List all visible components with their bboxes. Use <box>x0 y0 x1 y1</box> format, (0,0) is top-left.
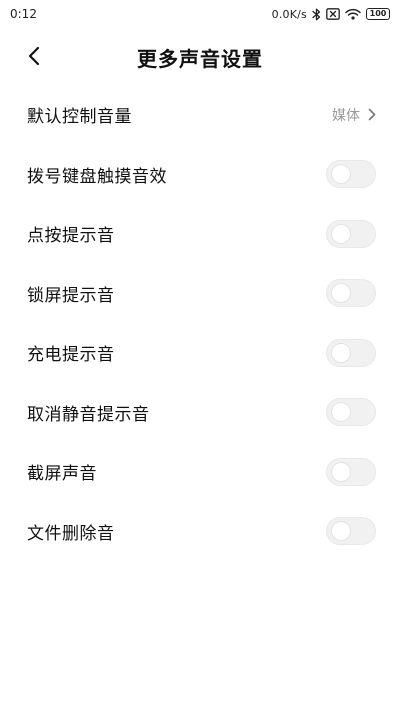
lock-screen-sound-toggle[interactable] <box>326 279 376 308</box>
chevron-right-icon <box>368 108 376 121</box>
charging-sound-toggle[interactable] <box>326 338 376 367</box>
charging-sound-row[interactable]: 充电提示音 <box>0 323 400 383</box>
dialpad-touch-sound-row[interactable]: 拨号键盘触摸音效 <box>0 145 400 205</box>
file-delete-sound-toggle[interactable] <box>326 517 376 546</box>
battery-icon: 100 <box>366 8 390 20</box>
settings-screen: 0:12 0.0K/s 100 更多声音设置 默认控制音量 媒体 拨号键盘触摸音… <box>0 0 400 712</box>
status-bar: 0:12 0.0K/s 100 <box>0 0 400 28</box>
sim-error-icon <box>326 8 340 20</box>
default-volume-value: 媒体 <box>332 107 360 124</box>
settings-list: 默认控制音量 媒体 拨号键盘触摸音效 点按提示音 锁屏提示音 充电提示音 取消静… <box>0 85 400 561</box>
tap-sound-toggle[interactable] <box>326 219 376 248</box>
default-volume-label: 默认控制音量 <box>27 107 132 128</box>
charging-sound-label: 充电提示音 <box>27 345 115 366</box>
wifi-icon <box>345 8 361 20</box>
status-left: 0:12 <box>10 7 37 21</box>
status-right: 0.0K/s 100 <box>272 8 390 21</box>
unmute-sound-label: 取消静音提示音 <box>27 404 150 425</box>
toggle-knob <box>331 461 351 482</box>
unmute-sound-row[interactable]: 取消静音提示音 <box>0 383 400 443</box>
toggle-knob <box>331 521 351 542</box>
screenshot-sound-row[interactable]: 截屏声音 <box>0 442 400 502</box>
page-title: 更多声音设置 <box>137 47 263 71</box>
unmute-sound-toggle[interactable] <box>326 398 376 427</box>
toggle-knob <box>331 402 351 423</box>
battery-level: 100 <box>369 9 387 18</box>
screenshot-sound-toggle[interactable] <box>326 457 376 486</box>
tap-sound-row[interactable]: 点按提示音 <box>0 204 400 264</box>
dialpad-touch-sound-toggle[interactable] <box>326 160 376 189</box>
lock-screen-sound-label: 锁屏提示音 <box>27 285 115 306</box>
screenshot-sound-label: 截屏声音 <box>27 464 97 485</box>
network-speed: 0.0K/s <box>271 7 307 21</box>
toggle-knob <box>331 164 351 185</box>
lock-screen-sound-row[interactable]: 锁屏提示音 <box>0 264 400 324</box>
toggle-knob <box>331 223 351 244</box>
default-volume-right: 媒体 <box>332 105 376 125</box>
header: 更多声音设置 <box>0 36 400 76</box>
dialpad-touch-sound-label: 拨号键盘触摸音效 <box>27 166 167 187</box>
default-volume-row[interactable]: 默认控制音量 媒体 <box>0 85 400 145</box>
tap-sound-label: 点按提示音 <box>27 226 115 247</box>
toggle-knob <box>331 342 351 363</box>
file-delete-sound-row[interactable]: 文件删除音 <box>0 502 400 562</box>
bluetooth-icon <box>312 8 321 21</box>
toggle-knob <box>331 283 351 304</box>
status-time: 0:12 <box>10 7 37 21</box>
file-delete-sound-label: 文件删除音 <box>27 523 115 544</box>
